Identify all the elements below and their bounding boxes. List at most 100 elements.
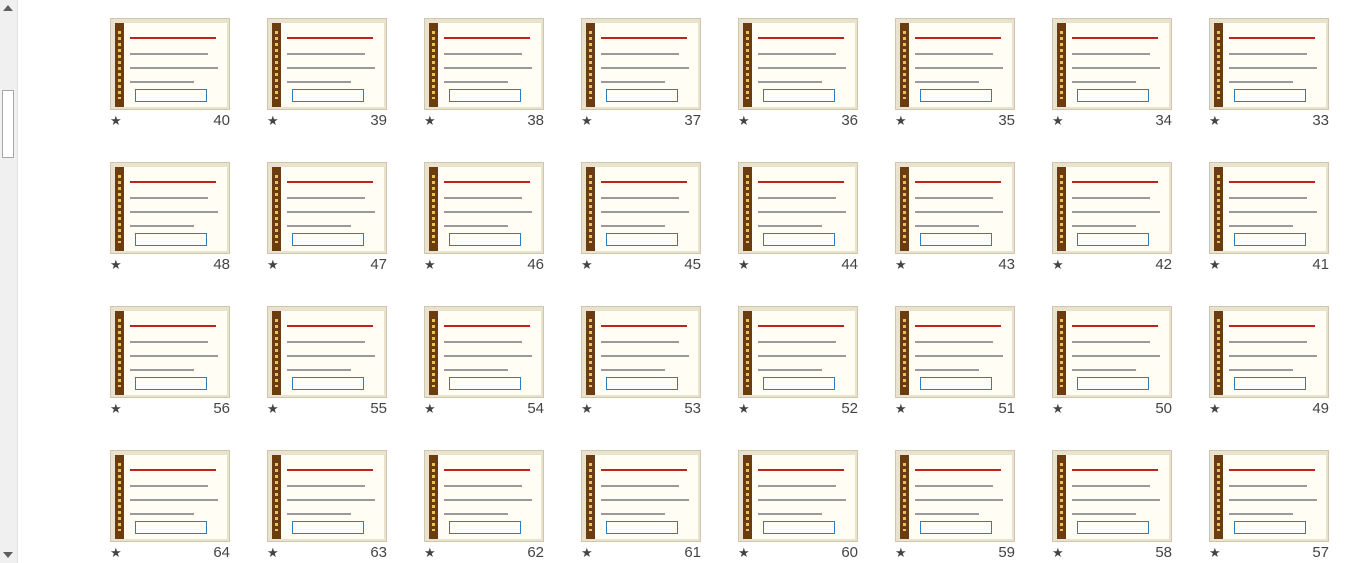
slide-thumbnail[interactable] <box>110 306 230 398</box>
slide-thumbnail[interactable] <box>1209 18 1329 110</box>
slide-animation-star-icon[interactable]: ★ <box>1052 258 1064 272</box>
scroll-up-arrow-icon[interactable] <box>3 5 13 11</box>
slide-animation-star-icon[interactable]: ★ <box>895 258 907 272</box>
slide-animation-star-icon[interactable]: ★ <box>581 258 593 272</box>
slide-thumbnail-cell[interactable]: ★ 44 <box>738 162 858 274</box>
slide-animation-star-icon[interactable]: ★ <box>581 546 593 560</box>
slide-thumbnail[interactable] <box>1209 162 1329 254</box>
slide-thumbnail-cell[interactable]: ★ 33 <box>1209 18 1329 130</box>
slide-thumbnail[interactable] <box>424 450 544 542</box>
slide-thumbnail[interactable] <box>895 306 1015 398</box>
slide-thumbnail[interactable] <box>738 18 858 110</box>
slide-thumbnail[interactable] <box>110 162 230 254</box>
slide-animation-star-icon[interactable]: ★ <box>738 114 750 128</box>
slide-animation-star-icon[interactable]: ★ <box>895 114 907 128</box>
slide-thumbnail[interactable] <box>267 162 387 254</box>
slide-thumbnail[interactable] <box>581 18 701 110</box>
slide-thumbnail-cell[interactable]: ★ 45 <box>581 162 701 274</box>
slide-animation-star-icon[interactable]: ★ <box>1209 114 1221 128</box>
slide-thumbnail-cell[interactable]: ★ 53 <box>581 306 701 418</box>
slide-thumbnail[interactable] <box>110 450 230 542</box>
slide-thumbnail-cell[interactable]: ★ 37 <box>581 18 701 130</box>
slide-thumbnail-cell[interactable]: ★ 50 <box>1052 306 1172 418</box>
slide-thumbnail-cell[interactable]: ★ 47 <box>267 162 387 274</box>
slide-thumbnail-cell[interactable]: ★ 48 <box>110 162 230 274</box>
slide-animation-star-icon[interactable]: ★ <box>110 402 122 416</box>
slide-thumbnail[interactable] <box>581 450 701 542</box>
slide-thumbnail-cell[interactable]: ★ 63 <box>267 450 387 562</box>
slide-thumbnail[interactable] <box>738 306 858 398</box>
slide-thumbnail[interactable] <box>1052 162 1172 254</box>
slide-thumbnail[interactable] <box>424 18 544 110</box>
slide-animation-star-icon[interactable]: ★ <box>110 114 122 128</box>
slide-animation-star-icon[interactable]: ★ <box>1052 402 1064 416</box>
slide-animation-star-icon[interactable]: ★ <box>267 258 279 272</box>
slide-thumbnail-cell[interactable]: ★ 34 <box>1052 18 1172 130</box>
slide-thumbnail[interactable] <box>1209 306 1329 398</box>
slide-thumbnail[interactable] <box>581 306 701 398</box>
slide-thumbnail-cell[interactable]: ★ 36 <box>738 18 858 130</box>
slide-animation-star-icon[interactable]: ★ <box>267 402 279 416</box>
slide-thumbnail[interactable] <box>1209 450 1329 542</box>
slide-animation-star-icon[interactable]: ★ <box>1052 546 1064 560</box>
slide-thumbnail-cell[interactable]: ★ 35 <box>895 18 1015 130</box>
slide-thumbnail-cell[interactable]: ★ 62 <box>424 450 544 562</box>
slide-thumbnail-cell[interactable]: ★ 52 <box>738 306 858 418</box>
slide-animation-star-icon[interactable]: ★ <box>267 546 279 560</box>
slide-thumbnail-cell[interactable]: ★ 57 <box>1209 450 1329 562</box>
slide-thumbnail-cell[interactable]: ★ 38 <box>424 18 544 130</box>
slide-animation-star-icon[interactable]: ★ <box>1052 114 1064 128</box>
slide-thumbnail[interactable] <box>1052 450 1172 542</box>
slide-thumbnail[interactable] <box>110 18 230 110</box>
slide-thumbnail[interactable] <box>1052 306 1172 398</box>
slide-thumbnail-cell[interactable]: ★ 61 <box>581 450 701 562</box>
slide-thumbnail[interactable] <box>738 162 858 254</box>
slide-animation-star-icon[interactable]: ★ <box>581 402 593 416</box>
slide-animation-star-icon[interactable]: ★ <box>424 546 436 560</box>
slide-thumbnail-cell[interactable]: ★ 58 <box>1052 450 1172 562</box>
slide-animation-star-icon[interactable]: ★ <box>424 402 436 416</box>
slide-thumbnail-cell[interactable]: ★ 39 <box>267 18 387 130</box>
slide-thumbnail-cell[interactable]: ★ 55 <box>267 306 387 418</box>
slide-animation-star-icon[interactable]: ★ <box>267 114 279 128</box>
slide-thumbnail-cell[interactable]: ★ 46 <box>424 162 544 274</box>
slide-thumbnail[interactable] <box>267 306 387 398</box>
slide-animation-star-icon[interactable]: ★ <box>738 258 750 272</box>
slide-animation-star-icon[interactable]: ★ <box>110 546 122 560</box>
slide-thumbnail-cell[interactable]: ★ 64 <box>110 450 230 562</box>
slide-thumbnail-cell[interactable]: ★ 54 <box>424 306 544 418</box>
slide-thumbnail-cell[interactable]: ★ 51 <box>895 306 1015 418</box>
slide-thumbnail-cell[interactable]: ★ 43 <box>895 162 1015 274</box>
slide-thumbnail[interactable] <box>581 162 701 254</box>
slide-animation-star-icon[interactable]: ★ <box>738 546 750 560</box>
slide-thumbnail[interactable] <box>895 450 1015 542</box>
slide-thumbnail[interactable] <box>738 450 858 542</box>
slide-animation-star-icon[interactable]: ★ <box>895 402 907 416</box>
slide-animation-star-icon[interactable]: ★ <box>424 258 436 272</box>
slide-thumbnail-cell[interactable]: ★ 42 <box>1052 162 1172 274</box>
slide-thumbnail[interactable] <box>895 162 1015 254</box>
slide-thumbnail-cell[interactable]: ★ 40 <box>110 18 230 130</box>
slide-animation-star-icon[interactable]: ★ <box>424 114 436 128</box>
scroll-thumb[interactable] <box>2 90 14 158</box>
slide-thumbnail[interactable] <box>267 450 387 542</box>
slide-thumbnail[interactable] <box>424 306 544 398</box>
slide-animation-star-icon[interactable]: ★ <box>738 402 750 416</box>
scroll-down-arrow-icon[interactable] <box>3 552 13 558</box>
slide-thumbnail-cell[interactable]: ★ 56 <box>110 306 230 418</box>
slide-thumbnail[interactable] <box>895 18 1015 110</box>
slide-thumbnail[interactable] <box>267 18 387 110</box>
vertical-scrollbar[interactable] <box>0 0 18 563</box>
slide-animation-star-icon[interactable]: ★ <box>895 546 907 560</box>
slide-animation-star-icon[interactable]: ★ <box>1209 402 1221 416</box>
slide-thumbnail-cell[interactable]: ★ 49 <box>1209 306 1329 418</box>
slide-thumbnail-cell[interactable]: ★ 59 <box>895 450 1015 562</box>
slide-thumbnail-cell[interactable]: ★ 41 <box>1209 162 1329 274</box>
slide-animation-star-icon[interactable]: ★ <box>581 114 593 128</box>
slide-thumbnail[interactable] <box>424 162 544 254</box>
slide-animation-star-icon[interactable]: ★ <box>110 258 122 272</box>
slide-thumbnail-cell[interactable]: ★ 60 <box>738 450 858 562</box>
slide-thumbnail[interactable] <box>1052 18 1172 110</box>
slide-animation-star-icon[interactable]: ★ <box>1209 546 1221 560</box>
slide-animation-star-icon[interactable]: ★ <box>1209 258 1221 272</box>
